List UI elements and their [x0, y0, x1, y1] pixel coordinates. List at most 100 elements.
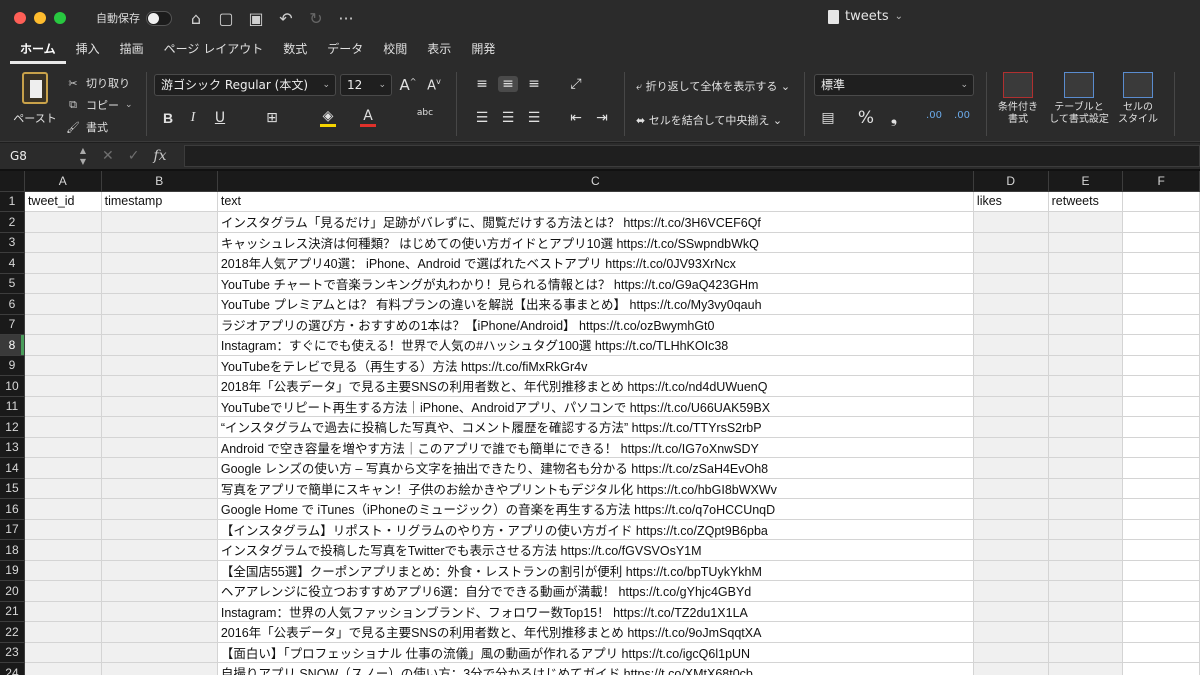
cell-a[interactable]: tweet_id — [24, 191, 102, 212]
row-header[interactable]: 7 — [0, 314, 25, 335]
document-title[interactable]: tweets ⌄ — [828, 9, 903, 24]
cell-d[interactable] — [973, 457, 1049, 479]
row-header[interactable]: 16 — [0, 498, 25, 520]
cell-b[interactable] — [101, 580, 218, 602]
cell-f[interactable] — [1122, 478, 1200, 499]
cell-e[interactable] — [1048, 355, 1124, 376]
cell-b[interactable] — [101, 539, 218, 561]
paste-button[interactable]: ペースト — [12, 72, 58, 126]
cell-c[interactable]: 【全国店55選】クーポンアプリまとめ：外食・レストランの割引が便利 https:… — [217, 560, 974, 581]
cell-b[interactable] — [101, 457, 218, 479]
percent-button[interactable]: % — [856, 108, 876, 128]
row-header[interactable]: 19 — [0, 560, 25, 581]
confirm-icon[interactable]: ✓ — [128, 148, 140, 164]
cell-c[interactable]: Instagram：すぐにでも使える！世界で人気の#ハッシュタグ100選 htt… — [217, 334, 974, 356]
cell-e[interactable] — [1048, 519, 1124, 540]
cell-e[interactable] — [1048, 396, 1124, 417]
cell-f[interactable] — [1122, 457, 1200, 479]
cell-d[interactable] — [973, 580, 1049, 602]
name-box[interactable]: G8 ▲ ▼ — [2, 145, 90, 167]
cell-e[interactable] — [1048, 642, 1124, 663]
tab-formulas[interactable]: 数式 — [273, 36, 317, 64]
cell-c[interactable]: 写真をアプリで簡単にスキャン！子供のお絵かきやプリントもデジタル化 https:… — [217, 478, 974, 499]
cell-a[interactable] — [24, 437, 102, 458]
cell-d[interactable] — [973, 211, 1049, 233]
cell-f[interactable] — [1122, 375, 1200, 397]
cell-b[interactable] — [101, 478, 218, 499]
cell-c[interactable]: text — [217, 191, 974, 212]
cell-c[interactable]: Instagram：世界の人気ファッションブランド、フォロワー数Top15！ h… — [217, 601, 974, 622]
phonetic-icon[interactable]: abc — [412, 108, 438, 118]
cell-f[interactable] — [1122, 621, 1200, 643]
row-header[interactable]: 3 — [0, 232, 25, 253]
align-middle-icon[interactable]: ≡ — [498, 76, 518, 92]
cell-d[interactable] — [973, 314, 1049, 335]
cell-e[interactable] — [1048, 416, 1124, 438]
home-icon[interactable]: ⌂ — [186, 9, 206, 28]
row-header[interactable]: 10 — [0, 375, 25, 397]
cell-e[interactable] — [1048, 437, 1124, 458]
cell-c[interactable]: 2018年人気アプリ40選： iPhone、Android で選ばれたベストアプ… — [217, 252, 974, 274]
row-header[interactable]: 6 — [0, 293, 25, 315]
italic-button[interactable]: I — [183, 110, 203, 126]
cell-a[interactable] — [24, 539, 102, 561]
cell-b[interactable]: timestamp — [101, 191, 218, 212]
cell-f[interactable] — [1122, 273, 1200, 294]
row-header[interactable]: 21 — [0, 601, 25, 622]
cell-c[interactable]: ヘアアレンジに役立つおすすめアプリ6選：自分でできる動画が満載！ https:/… — [217, 580, 974, 602]
tab-view[interactable]: 表示 — [417, 36, 461, 64]
column-header-d[interactable]: D — [973, 171, 1049, 192]
align-left-icon[interactable]: ☰ — [472, 110, 492, 126]
row-header[interactable]: 22 — [0, 621, 25, 643]
row-header[interactable]: 2 — [0, 211, 25, 233]
cell-c[interactable]: 【インスタグラム】リポスト・リグラムのやり方・アプリの使い方ガイド https:… — [217, 519, 974, 540]
cell-c[interactable]: Google レンズの使い方 – 写真から文字を抽出できたり、建物名も分かる h… — [217, 457, 974, 479]
cell-e[interactable] — [1048, 273, 1124, 294]
font-color-icon[interactable]: A — [358, 108, 378, 127]
cell-b[interactable] — [101, 437, 218, 458]
close-window-button[interactable] — [14, 12, 26, 24]
orientation-icon[interactable]: ⤢ — [566, 76, 586, 92]
row-header[interactable]: 23 — [0, 642, 25, 663]
undo-icon[interactable]: ↶ — [276, 9, 296, 28]
redo-icon[interactable]: ↻ — [306, 9, 326, 28]
cell-d[interactable] — [973, 293, 1049, 315]
cell-e[interactable] — [1048, 314, 1124, 335]
cell-d[interactable] — [973, 437, 1049, 458]
conditional-formatting-button[interactable]: 条件付き 書式 — [990, 72, 1046, 126]
cell-f[interactable] — [1122, 437, 1200, 458]
cell-e[interactable] — [1048, 539, 1124, 561]
cell-b[interactable] — [101, 519, 218, 540]
align-bottom-icon[interactable]: ≡ — [524, 76, 544, 92]
cell-a[interactable] — [24, 457, 102, 479]
cell-c[interactable]: Android で空き容量を増やす方法｜このアプリで誰でも簡単にできる！ htt… — [217, 437, 974, 458]
align-center-icon[interactable]: ☰ — [498, 110, 518, 126]
cell-b[interactable] — [101, 560, 218, 581]
cell-e[interactable] — [1048, 232, 1124, 253]
cell-d[interactable] — [973, 662, 1049, 675]
row-header[interactable]: 20 — [0, 580, 25, 602]
cell-b[interactable] — [101, 662, 218, 675]
column-header-f[interactable]: F — [1122, 171, 1200, 192]
cell-d[interactable] — [973, 252, 1049, 274]
cell-a[interactable] — [24, 396, 102, 417]
row-header[interactable]: 1 — [0, 191, 25, 212]
cell-a[interactable] — [24, 519, 102, 540]
cell-d[interactable] — [973, 273, 1049, 294]
cell-d[interactable] — [973, 519, 1049, 540]
row-header[interactable]: 4 — [0, 252, 25, 274]
tab-home[interactable]: ホーム — [10, 36, 66, 64]
cell-e[interactable] — [1048, 580, 1124, 602]
cell-a[interactable] — [24, 621, 102, 643]
cell-b[interactable] — [101, 416, 218, 438]
select-all-corner[interactable] — [0, 171, 25, 192]
cell-c[interactable]: 2018年「公表データ」で見る主要SNSの利用者数と、年代別推移まとめ http… — [217, 375, 974, 397]
cell-a[interactable] — [24, 314, 102, 335]
cell-f[interactable] — [1122, 601, 1200, 622]
cell-d[interactable]: likes — [973, 191, 1049, 212]
row-header[interactable]: 8 — [0, 334, 25, 356]
cell-c[interactable]: 自撮りアプリ SNOW（スノー）の使い方：3分で分かるはじめてガイド https… — [217, 662, 974, 675]
cell-a[interactable] — [24, 498, 102, 520]
cell-f[interactable] — [1122, 539, 1200, 561]
cell-d[interactable] — [973, 478, 1049, 499]
